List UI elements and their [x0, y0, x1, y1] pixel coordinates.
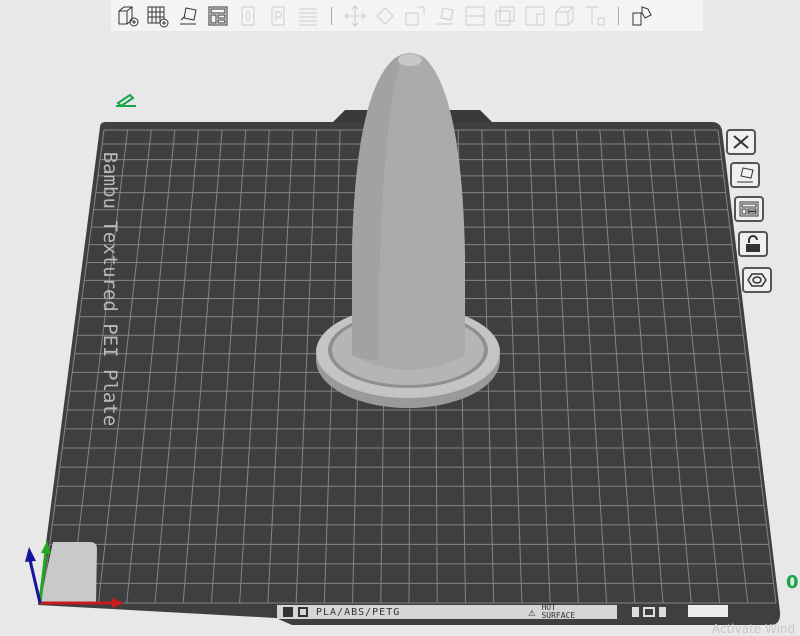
plate-info-bar: PLA/ABS/PETG ⚠ HOT SURFACE — [277, 604, 617, 620]
text-icon — [586, 6, 605, 25]
plate-p-button[interactable] — [265, 3, 291, 29]
lock-plate-button[interactable] — [738, 231, 768, 257]
grid-plus-icon — [147, 6, 169, 27]
z-axis-arrow — [25, 547, 36, 562]
toolbar-divider — [331, 6, 332, 25]
qr-icon — [298, 607, 308, 617]
text-button[interactable] — [582, 3, 608, 29]
plate-tab-white — [688, 605, 728, 617]
plate-p-icon — [271, 6, 285, 25]
auto-orient-icon — [180, 6, 197, 24]
plate-0-button[interactable] — [235, 3, 261, 29]
plate-marker-icons — [632, 607, 666, 617]
paint-support-icon — [525, 6, 545, 25]
filament-label: PLA/ABS/PETG — [316, 606, 401, 618]
add-object-button[interactable] — [115, 3, 141, 29]
layers-button[interactable] — [295, 3, 321, 29]
z-axis — [28, 559, 42, 604]
plate-settings-button[interactable] — [742, 267, 772, 293]
plate-logo-icon — [283, 607, 293, 617]
right-indicator: 0 — [786, 572, 799, 593]
auto-orient-plate-button[interactable] — [730, 162, 760, 188]
rotate-button[interactable] — [372, 3, 398, 29]
plate-type-label: Bambu Textured PEI Plate — [99, 151, 121, 427]
rotate-icon — [376, 6, 394, 25]
add-plate-button[interactable] — [145, 3, 171, 29]
auto-orient-icon — [737, 167, 754, 183]
boolean-button[interactable] — [492, 3, 518, 29]
plate-icon — [241, 6, 255, 25]
boolean-icon — [495, 6, 515, 25]
scale-icon — [405, 6, 425, 25]
warning-icon: ⚠ — [528, 605, 536, 619]
assembly-button[interactable] — [629, 3, 655, 29]
main-toolbar — [111, 0, 703, 31]
lay-on-face-icon — [437, 6, 454, 24]
cut-icon — [465, 6, 485, 25]
move-button[interactable] — [342, 3, 368, 29]
activation-watermark: Activate Wind — [712, 622, 796, 636]
close-button[interactable] — [726, 129, 756, 155]
paint-support-button[interactable] — [522, 3, 548, 29]
scale-button[interactable] — [402, 3, 428, 29]
lay-on-face-button[interactable] — [432, 3, 458, 29]
auto-orient-button[interactable] — [175, 3, 201, 29]
surface-label: SURFACE — [541, 611, 576, 620]
close-icon — [733, 135, 749, 149]
move-icon — [344, 4, 366, 27]
cube-plus-icon — [118, 6, 139, 26]
unlock-icon — [746, 235, 760, 252]
arrange-plate-button[interactable] — [734, 196, 764, 222]
edit-pencil-icon[interactable] — [116, 93, 136, 108]
puzzle-icon — [632, 5, 652, 25]
arrange-icon — [739, 201, 759, 217]
layers-icon — [299, 8, 317, 25]
hex-nut-icon — [747, 273, 767, 287]
arrange-icon — [208, 6, 228, 25]
paint-seam-button[interactable] — [552, 3, 578, 29]
arrange-button[interactable] — [205, 3, 231, 29]
toolbar-divider — [618, 6, 619, 25]
cut-button[interactable] — [462, 3, 488, 29]
seam-icon — [555, 6, 574, 25]
